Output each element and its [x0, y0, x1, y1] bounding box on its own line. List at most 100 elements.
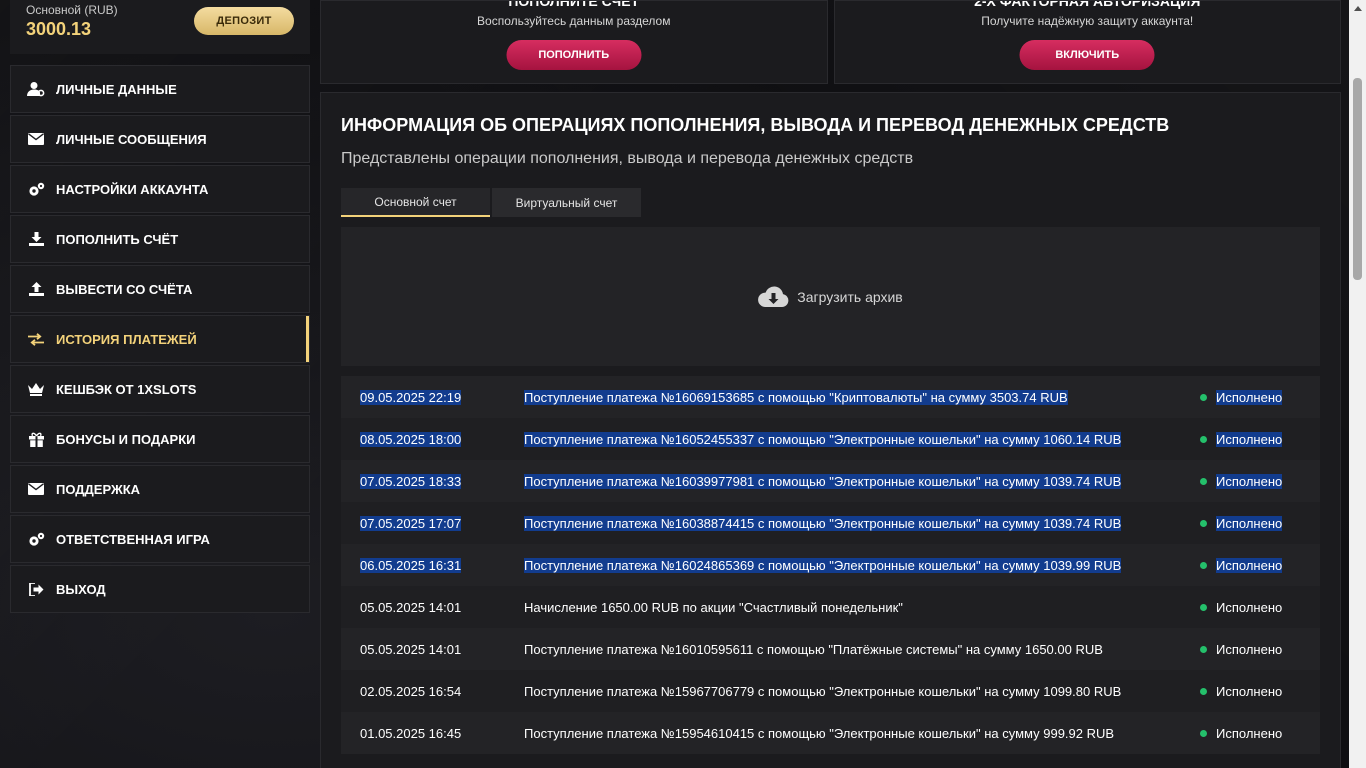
- op-description: Поступление платежа №15967706779 с помощ…: [524, 683, 1122, 699]
- tab-main-account[interactable]: Основной счет: [341, 188, 490, 217]
- download-icon: [27, 230, 45, 248]
- sidebar-item-logout[interactable]: Выход: [10, 565, 310, 613]
- status-dot: [1200, 729, 1207, 737]
- op-status: Исполнено: [1216, 515, 1283, 531]
- op-status: Исполнено: [1216, 683, 1283, 699]
- cloud-download-icon: [758, 286, 789, 308]
- sidebar-item-label: Личные данные: [56, 81, 177, 97]
- operations-table: 09.05.2025 22:19 Поступление платежа №16…: [341, 376, 1320, 754]
- op-status: Исполнено: [1216, 641, 1283, 657]
- table-row: 05.05.2025 14:01 Поступление платежа №16…: [341, 628, 1320, 670]
- op-date: 05.05.2025 14:01: [360, 599, 462, 615]
- status-dot: [1200, 645, 1207, 653]
- gears-icon: [27, 530, 45, 548]
- op-date: 07.05.2025 18:33: [360, 473, 462, 489]
- op-date: 05.05.2025 14:01: [360, 641, 462, 657]
- status-dot: [1200, 393, 1207, 401]
- page-scrollbar[interactable]: [1349, 0, 1366, 768]
- gears-icon: [27, 180, 45, 198]
- download-archive-button[interactable]: Загрузить архив: [341, 227, 1320, 366]
- top-cards: ПОПОЛНИТЕ СЧЕТ Воспользуйтесь данным раз…: [320, 0, 1341, 84]
- sidebar-item-responsible-gaming[interactable]: Ответственная игра: [10, 515, 310, 563]
- op-description: Начисление 1650.00 RUB по акции "Счастли…: [524, 599, 903, 615]
- upload-icon: [27, 280, 45, 298]
- op-status: Исполнено: [1216, 389, 1283, 405]
- op-description: Поступление платежа №15954610415 с помощ…: [524, 725, 1115, 741]
- sidebar-item-label: Личные сообщения: [56, 131, 207, 147]
- user-settings-icon: [27, 80, 45, 98]
- card-title: 2-Х ФАКТОРНАЯ АВТОРИЗАЦИЯ: [974, 0, 1201, 9]
- sidebar-item-payment-history[interactable]: История платежей: [10, 315, 310, 363]
- op-date: 06.05.2025 16:31: [360, 557, 462, 573]
- sidebar-item-label: Пополнить счёт: [56, 231, 179, 247]
- op-status: Исполнено: [1216, 473, 1283, 489]
- op-status: Исполнено: [1216, 725, 1283, 741]
- status-dot: [1200, 519, 1207, 527]
- status-dot: [1200, 687, 1207, 695]
- sidebar-menu: Личные данные Личные сообщения Настройки…: [10, 65, 310, 613]
- account-tabs: Основной счет Виртуальный счет: [341, 188, 1320, 217]
- sidebar-item-bonuses[interactable]: Бонусы и подарки: [10, 415, 310, 463]
- sidebar-item-label: Вывести со счёта: [56, 281, 193, 297]
- sidebar-item-messages[interactable]: Личные сообщения: [10, 115, 310, 163]
- sidebar-item-label: Ответственная игра: [56, 531, 210, 547]
- sidebar-item-personal-data[interactable]: Личные данные: [10, 65, 310, 113]
- operations-panel: Информация об операциях пополнения, выво…: [320, 92, 1341, 768]
- page-title: Информация об операциях пополнения, выво…: [341, 115, 1170, 135]
- table-row: 02.05.2025 16:54 Поступление платежа №15…: [341, 670, 1320, 712]
- op-description: Поступление платежа №16039977981 с помощ…: [524, 473, 1122, 489]
- op-status: Исполнено: [1216, 557, 1283, 573]
- download-archive-label: Загрузить архив: [797, 288, 903, 305]
- scrollbar-thumb[interactable]: [1353, 78, 1362, 280]
- sidebar-item-deposit[interactable]: Пополнить счёт: [10, 215, 310, 263]
- op-date: 01.05.2025 16:45: [360, 725, 462, 741]
- op-status: Исполнено: [1216, 431, 1283, 447]
- op-description: Поступление платежа №16052455337 с помощ…: [524, 431, 1122, 447]
- card-subtitle: Получите надёжную защиту аккаунта!: [981, 14, 1194, 28]
- op-date: 02.05.2025 16:54: [360, 683, 462, 699]
- two-factor-card: 2-Х ФАКТОРНАЯ АВТОРИЗАЦИЯ Получите надёж…: [833, 0, 1341, 84]
- sidebar-item-label: Настройки аккаунта: [56, 181, 209, 197]
- op-description: Поступление платежа №16069153685 с помощ…: [524, 389, 1068, 405]
- sidebar-item-label: Бонусы и подарки: [56, 431, 196, 447]
- status-dot: [1200, 435, 1207, 443]
- status-dot: [1200, 561, 1207, 569]
- card-title: ПОПОЛНИТЕ СЧЕТ: [508, 0, 640, 9]
- table-row: 07.05.2025 17:07 Поступление платежа №16…: [341, 502, 1320, 544]
- op-description: Поступление платежа №16010595611 с помощ…: [524, 641, 1103, 657]
- sidebar-item-label: Кешбэк от 1xSlots: [56, 381, 197, 397]
- table-row: 07.05.2025 18:33 Поступление платежа №16…: [341, 460, 1320, 502]
- op-description: Поступление платежа №16038874415 с помощ…: [524, 515, 1122, 531]
- status-dot: [1200, 477, 1207, 485]
- sidebar: Основной (RUB) 3000.13 ДЕПОЗИТ Личные да…: [10, 0, 310, 615]
- op-status: Исполнено: [1216, 599, 1283, 615]
- table-row: 08.05.2025 18:00 Поступление платежа №16…: [341, 418, 1320, 460]
- enable-2fa-button[interactable]: ВКЛЮЧИТЬ: [1019, 40, 1155, 70]
- tab-virtual-account[interactable]: Виртуальный счет: [492, 188, 641, 217]
- sidebar-item-support[interactable]: Поддержка: [10, 465, 310, 513]
- sidebar-item-label: Поддержка: [56, 481, 141, 497]
- op-date: 09.05.2025 22:19: [360, 389, 462, 405]
- sidebar-item-withdraw[interactable]: Вывести со счёта: [10, 265, 310, 313]
- scroll-up-arrow-icon[interactable]: [1349, 0, 1366, 17]
- status-dot: [1200, 603, 1207, 611]
- deposit-promo-card: ПОПОЛНИТЕ СЧЕТ Воспользуйтесь данным раз…: [320, 0, 828, 84]
- topup-button[interactable]: ПОПОЛНИТЬ: [506, 40, 642, 70]
- deposit-button[interactable]: ДЕПОЗИТ: [194, 7, 294, 35]
- envelope-icon: [27, 130, 45, 148]
- sidebar-item-label: История платежей: [56, 331, 197, 347]
- card-subtitle: Воспользуйтесь данным разделом: [477, 14, 671, 28]
- op-date: 08.05.2025 18:00: [360, 431, 462, 447]
- table-row: 05.05.2025 14:01 Начисление 1650.00 RUB …: [341, 586, 1320, 628]
- crown-icon: [27, 380, 45, 398]
- sidebar-item-cashback[interactable]: Кешбэк от 1xSlots: [10, 365, 310, 413]
- sidebar-item-account-settings[interactable]: Настройки аккаунта: [10, 165, 310, 213]
- exchange-arrows-icon: [27, 330, 45, 348]
- main-content: ПОПОЛНИТЕ СЧЕТ Воспользуйтесь данным раз…: [320, 0, 1341, 768]
- balance-panel: Основной (RUB) 3000.13 ДЕПОЗИТ: [10, 0, 310, 54]
- gift-icon: [27, 430, 45, 448]
- logout-icon: [27, 580, 45, 598]
- sidebar-item-label: Выход: [56, 581, 106, 597]
- table-row: 09.05.2025 22:19 Поступление платежа №16…: [341, 376, 1320, 418]
- table-row: 06.05.2025 16:31 Поступление платежа №16…: [341, 544, 1320, 586]
